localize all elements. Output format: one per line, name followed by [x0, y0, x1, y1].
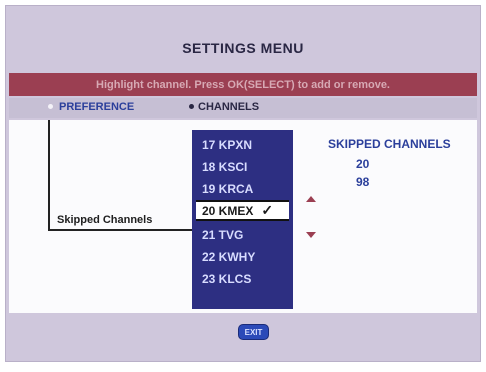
tab-preference[interactable]: PREFERENCE	[59, 101, 134, 113]
tab-indicator-dot	[48, 104, 53, 109]
channel-label: 17 KPXN	[202, 137, 253, 152]
connector-line	[48, 229, 194, 231]
channel-label: 23 KLCS	[202, 271, 252, 286]
channel-list: 17 KPXN 18 KSCI 19 KRCA 20 KMEX ✓ 21 TVG…	[192, 130, 293, 309]
skipped-channels-header: SKIPPED CHANNELS	[328, 137, 451, 151]
instruction-banner: Highlight channel. Press OK(SELECT) to a…	[9, 73, 477, 96]
arrow-down-icon[interactable]	[306, 232, 316, 238]
channel-label: 18 KSCI	[202, 159, 248, 174]
tab-bar: PREFERENCE CHANNELS	[9, 98, 477, 118]
settings-screen: SETTINGS MENU Highlight channel. Press O…	[5, 5, 481, 362]
channel-label: 20 KMEX	[202, 203, 254, 218]
tab-channels[interactable]: CHANNELS	[198, 101, 259, 113]
channel-item[interactable]: 19 KRCA	[196, 178, 289, 199]
channel-item[interactable]: 23 KLCS	[196, 268, 289, 289]
arrow-up-icon[interactable]	[306, 196, 316, 202]
channels-panel: Skipped Channels 17 KPXN 18 KSCI 19 KRCA…	[9, 120, 477, 313]
skipped-channel-item: 98	[356, 175, 370, 189]
connector-line	[48, 120, 50, 230]
tab-indicator-dot	[189, 104, 194, 109]
channel-item[interactable]: 21 TVG	[196, 224, 289, 245]
channel-item[interactable]: 18 KSCI	[196, 156, 289, 177]
channel-item-selected[interactable]: 20 KMEX ✓	[196, 200, 289, 221]
skipped-channel-item: 20	[356, 157, 370, 171]
page-title: SETTINGS MENU	[182, 40, 304, 56]
channel-label: 19 KRCA	[202, 181, 254, 196]
channel-item[interactable]: 22 KWHY	[196, 246, 289, 267]
exit-button[interactable]: EXIT	[238, 324, 269, 340]
channel-label: 21 TVG	[202, 227, 244, 242]
checkmark-icon: ✓	[261, 202, 274, 218]
channel-label: 22 KWHY	[202, 249, 256, 264]
skipped-channels-label: Skipped Channels	[57, 214, 153, 226]
channel-item[interactable]: 17 KPXN	[196, 134, 289, 155]
